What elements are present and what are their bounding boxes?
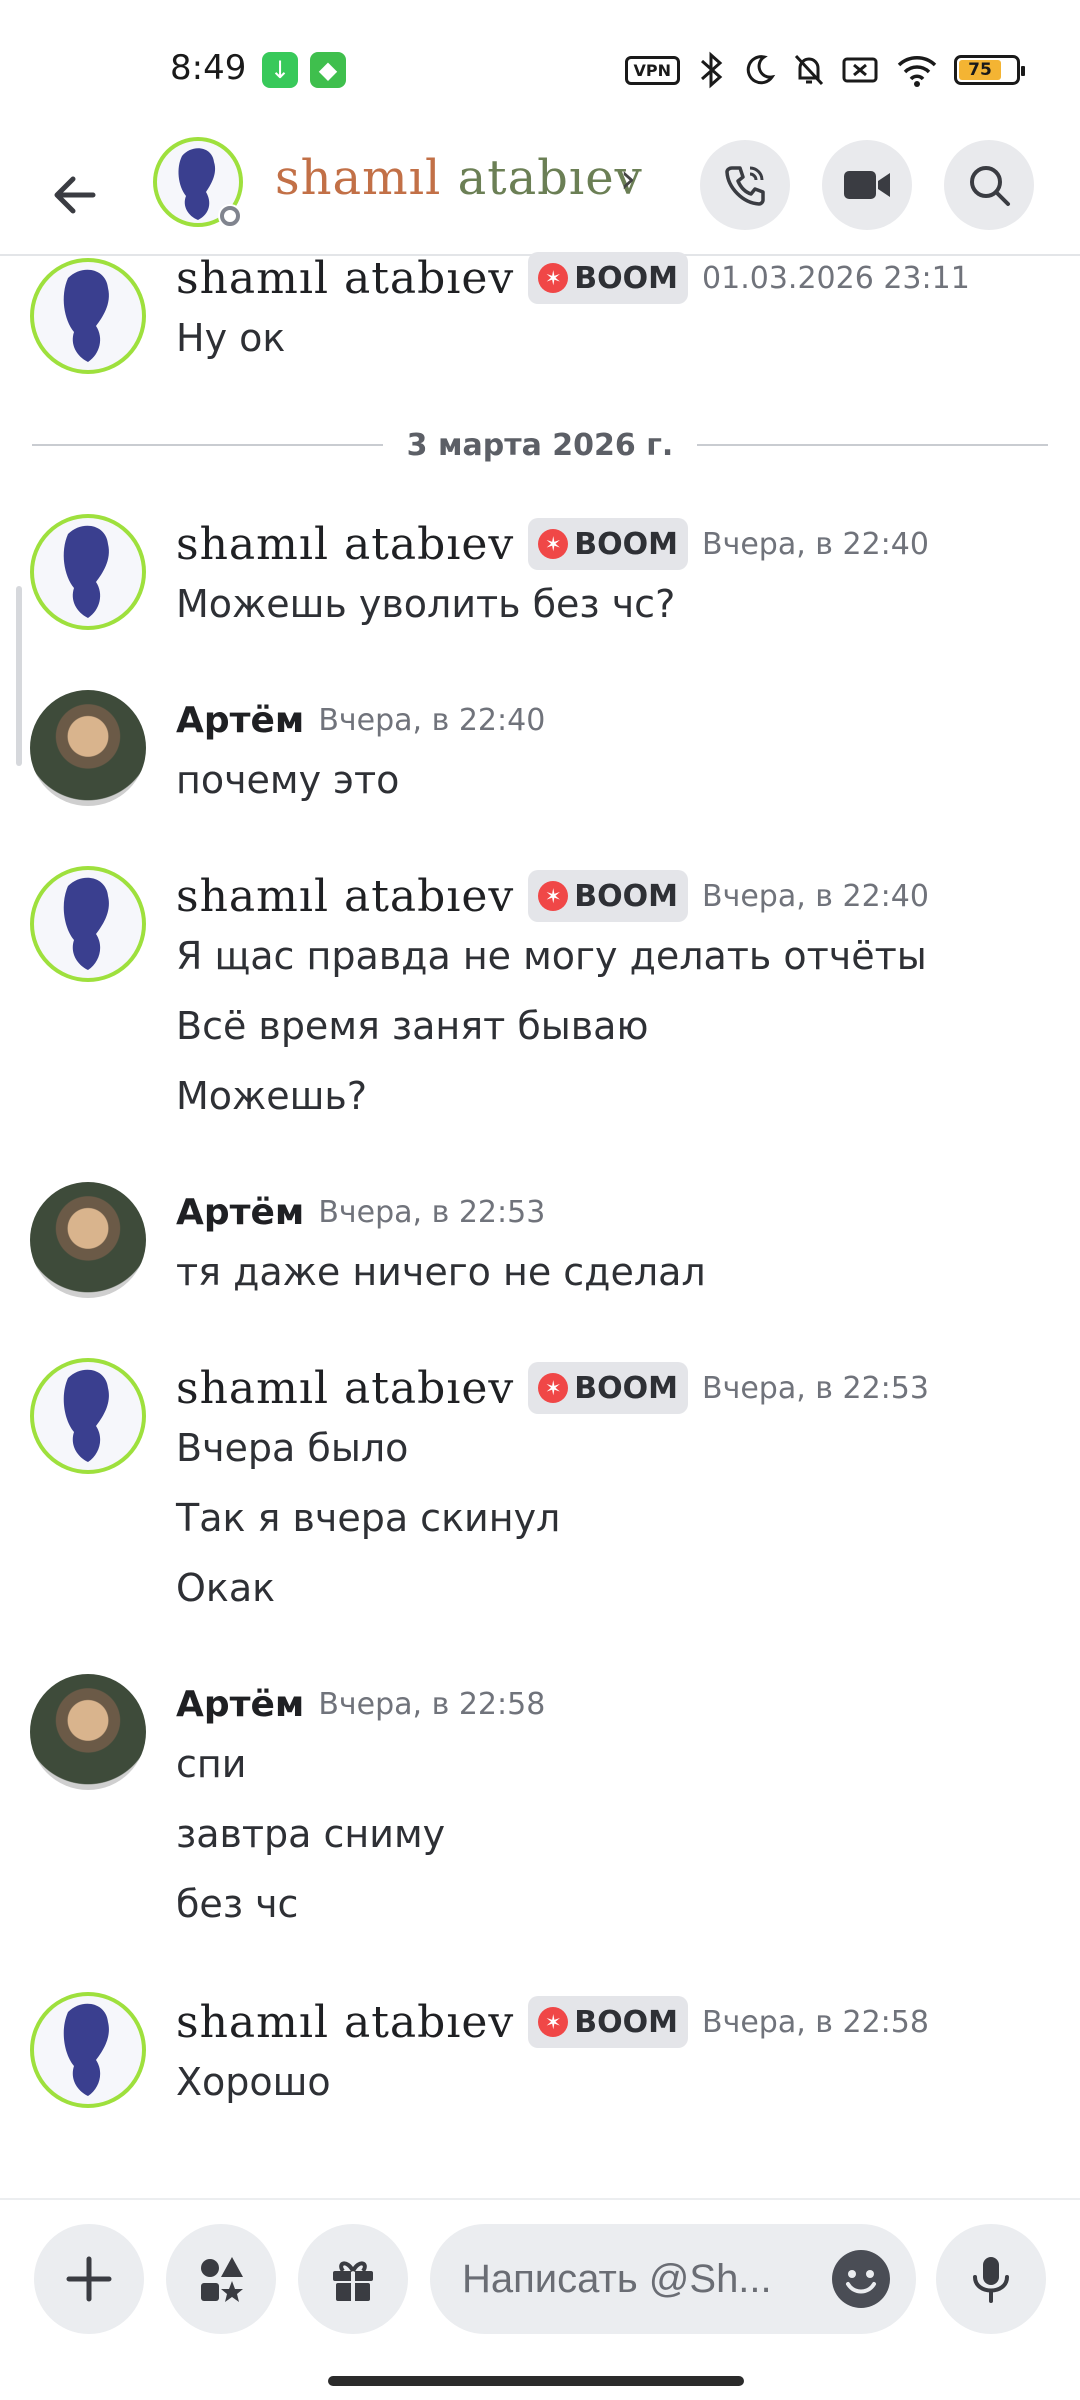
message-text: Так я вчера скинул: [176, 1496, 561, 1540]
gift-icon: [333, 2261, 373, 2301]
no-sim-icon: [842, 50, 880, 90]
boom-badge: ✶ BOOM: [528, 252, 689, 304]
back-button[interactable]: [40, 160, 110, 230]
message-text: Всё время занят бываю: [176, 1004, 649, 1048]
message-text: завтра сниму: [176, 1812, 446, 1856]
video-camera-icon: [844, 171, 890, 199]
search-button[interactable]: [944, 140, 1034, 230]
status-bar: 8:49 ↓ ◆ VPN 75: [0, 0, 1080, 130]
chat-header: shamıl atabıev ›: [0, 130, 1080, 256]
message-text: без чс: [176, 1882, 299, 1926]
voice-call-button[interactable]: [700, 140, 790, 230]
boom-badge: ✶ BOOM: [528, 1996, 689, 2048]
message-text: Я щас правда не могу делать отчёты: [176, 934, 927, 978]
flame-icon: ✶: [538, 529, 569, 559]
message-text: спи: [176, 1742, 247, 1786]
flame-icon: ✶: [538, 881, 569, 911]
status-time: 8:49: [170, 48, 247, 88]
apps-button[interactable]: [166, 2224, 276, 2334]
search-icon: [970, 166, 1010, 206]
video-call-button[interactable]: [822, 140, 912, 230]
date-divider-label: 3 марта 2026 г.: [406, 427, 674, 463]
user-avatar[interactable]: [30, 1358, 146, 1474]
message-input-container[interactable]: [430, 2224, 916, 2334]
battery-level: 75: [959, 60, 1001, 80]
download-notification-icon: ↓: [262, 52, 298, 88]
apps-icon: [201, 2257, 243, 2302]
attach-button[interactable]: [34, 2224, 144, 2334]
emoji-button[interactable]: [832, 2250, 890, 2308]
message-timestamp: Вчера, в 22:40: [318, 702, 546, 738]
message-author[interactable]: shamıl atabıev: [176, 253, 514, 304]
message-composer-bar: [0, 2198, 1080, 2400]
message-text: почему это: [176, 758, 400, 802]
message-text: Можешь уволить без чс?: [176, 582, 676, 626]
message-timestamp: Вчера, в 22:40: [702, 526, 929, 562]
message-text: Ну ок: [176, 316, 286, 360]
message-timestamp: Вчера, в 22:53: [318, 1194, 546, 1230]
message-author[interactable]: shamıl atabıev: [176, 519, 514, 570]
message-timestamp: Вчера, в 22:53: [702, 1370, 929, 1406]
emoji-icon: [846, 2270, 876, 2294]
header-username[interactable]: shamıl atabıev: [275, 150, 643, 206]
boom-badge: ✶ BOOM: [528, 870, 689, 922]
user-avatar[interactable]: [30, 1674, 146, 1790]
message-timestamp: Вчера, в 22:40: [702, 878, 929, 914]
app-notification-icon: ◆: [310, 52, 346, 88]
date-divider: 3 марта 2026 г.: [32, 420, 1048, 470]
flame-icon: ✶: [538, 2007, 569, 2037]
user-avatar[interactable]: [30, 258, 146, 374]
voice-message-button[interactable]: [936, 2224, 1046, 2334]
chevron-right-icon[interactable]: ›: [620, 156, 636, 202]
message-text: Окак: [176, 1566, 276, 1610]
header-avatar[interactable]: [152, 136, 244, 228]
message-text: Вчера было: [176, 1426, 409, 1470]
battery-icon: 75: [954, 50, 1025, 90]
user-avatar[interactable]: [30, 514, 146, 630]
message-author[interactable]: shamıl atabıev: [176, 1363, 514, 1414]
user-avatar[interactable]: [30, 1992, 146, 2108]
bluetooth-icon: [696, 50, 726, 90]
gift-button[interactable]: [298, 2224, 408, 2334]
plus-icon: [66, 2256, 112, 2302]
message-input[interactable]: [462, 2224, 822, 2334]
user-avatar[interactable]: [30, 1182, 146, 1298]
message-author[interactable]: shamıl atabıev: [176, 1997, 514, 2048]
phone-icon: [725, 166, 765, 206]
boom-badge: ✶ BOOM: [528, 1362, 689, 1414]
muted-bell-icon: [792, 50, 826, 90]
message-author[interactable]: shamıl atabıev: [176, 871, 514, 922]
flame-icon: ✶: [538, 263, 569, 293]
message-author[interactable]: Артём: [176, 1192, 304, 1233]
message-author[interactable]: Артём: [176, 1684, 304, 1725]
do-not-disturb-moon-icon: [742, 50, 776, 90]
message-text: тя даже ничего не сделал: [176, 1250, 706, 1294]
message-text: Можешь?: [176, 1074, 367, 1118]
microphone-icon: [973, 2257, 1009, 2303]
message-timestamp: 01.03.2026 23:11: [702, 260, 970, 296]
message-text: Хорошо: [176, 2060, 331, 2104]
message-timestamp: Вчера, в 22:58: [702, 2004, 929, 2040]
message-timestamp: Вчера, в 22:58: [318, 1686, 546, 1722]
user-avatar[interactable]: [30, 866, 146, 982]
message-author[interactable]: Артём: [176, 700, 304, 741]
user-avatar[interactable]: [30, 690, 146, 806]
arrow-left-icon: [54, 176, 96, 214]
vpn-icon: VPN: [624, 50, 680, 90]
boom-badge: ✶ BOOM: [528, 518, 689, 570]
scroll-indicator[interactable]: [16, 586, 22, 766]
home-indicator[interactable]: [328, 2376, 744, 2386]
flame-icon: ✶: [538, 1373, 569, 1403]
wifi-icon: [896, 50, 938, 90]
